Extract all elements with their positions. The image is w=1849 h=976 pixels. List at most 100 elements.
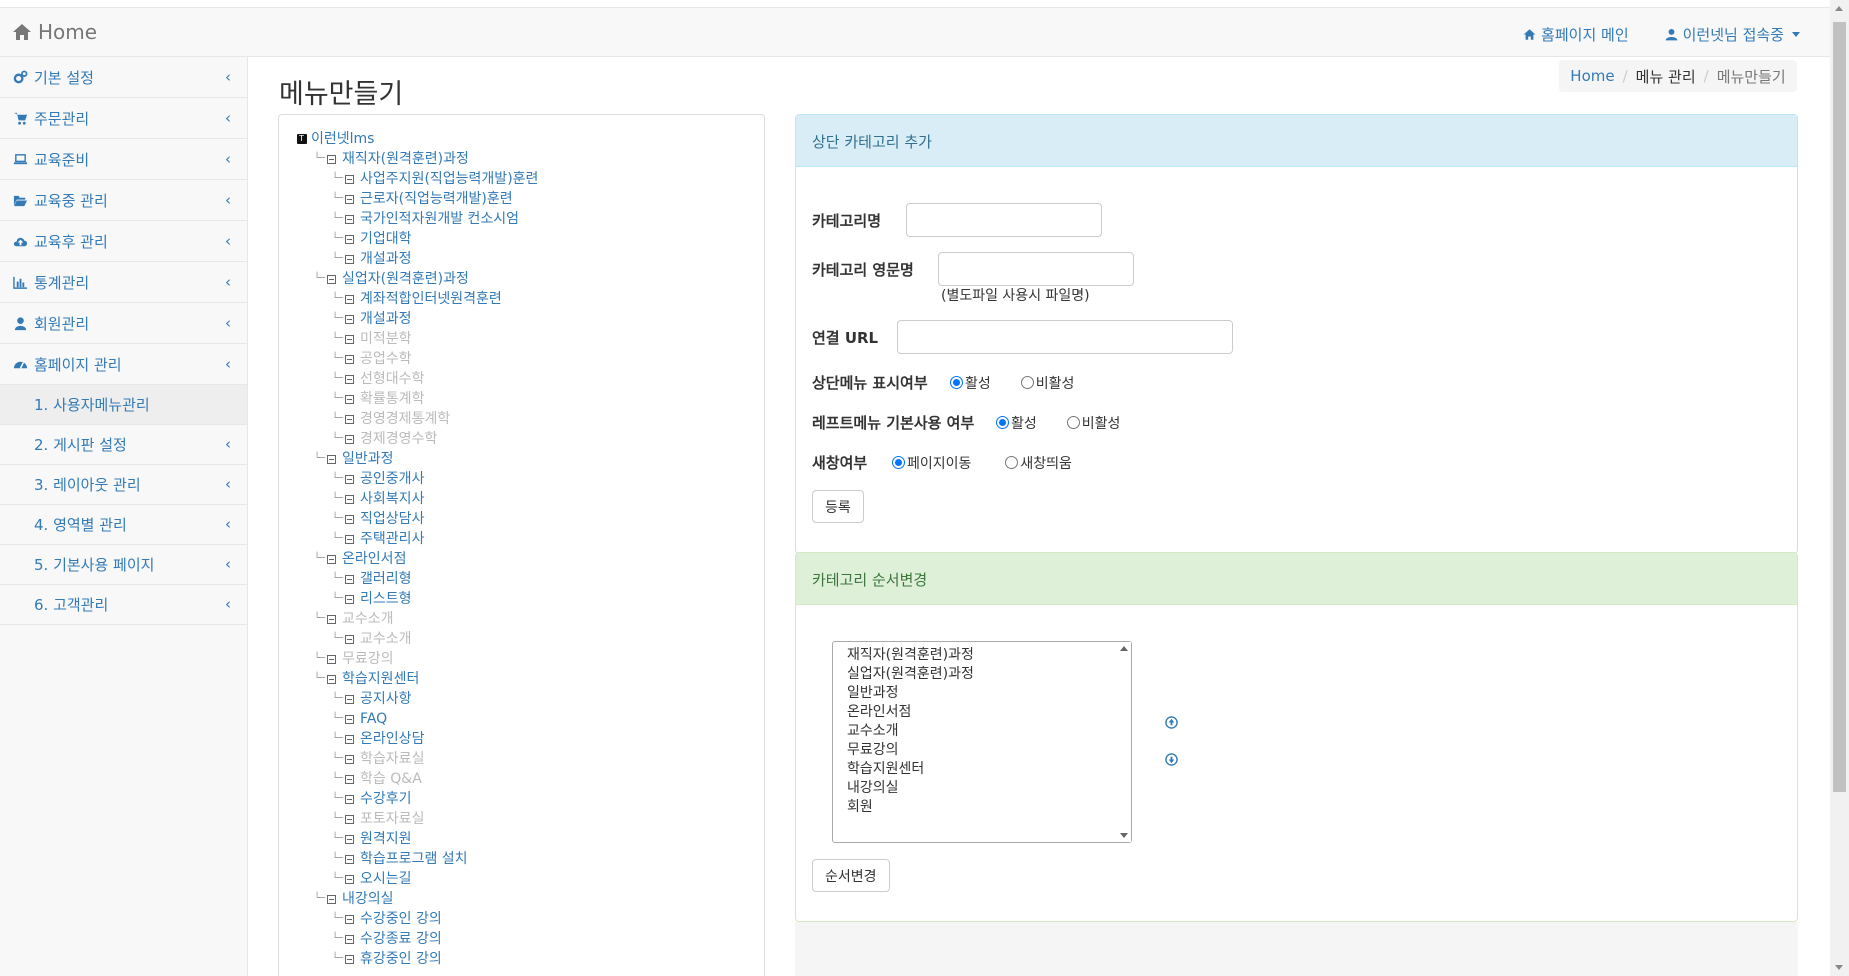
tree-node[interactable]: └─ 확률통계학 bbox=[297, 389, 538, 409]
tree-node[interactable]: └─ 교수소개 bbox=[297, 609, 538, 629]
tree-node[interactable]: └─ 국가인적자원개발 컨소시엄 bbox=[297, 209, 538, 229]
sidebar-item-edu-ongoing[interactable]: 교육중 관리 ‹ bbox=[0, 180, 247, 221]
tree-node-label[interactable]: 오시는길 bbox=[360, 869, 412, 889]
category-order-listbox[interactable]: 재직자(원격훈련)과정 실업자(원격훈련)과정 일반과정 온라인서점 교수소개 무료강의 학… bbox=[832, 641, 1132, 843]
tree-node-label[interactable]: 개설과정 bbox=[360, 309, 412, 329]
tree-node[interactable]: └─ 리스트형 bbox=[297, 589, 538, 609]
tree-node[interactable]: └─ 직업상담사 bbox=[297, 509, 538, 529]
tree-node[interactable]: └─ 수강후기 bbox=[297, 789, 538, 809]
tree-root[interactable]: 이런넷lms bbox=[297, 129, 538, 149]
tree-node-label[interactable]: 공지사항 bbox=[360, 689, 412, 709]
tree-node[interactable]: └─ 포토자료실 bbox=[297, 809, 538, 829]
tree-node[interactable]: └─ 원격지원 bbox=[297, 829, 538, 849]
sidebar-sub-user-menu[interactable]: 1. 사용자메뉴관리 bbox=[0, 385, 247, 425]
tree-node[interactable]: └─ FAQ bbox=[297, 709, 538, 729]
tree-node[interactable]: └─ 학습프로그램 설치 bbox=[297, 849, 538, 869]
move-down-icon[interactable] bbox=[1165, 753, 1178, 766]
tree-node-label[interactable]: 국가인적자원개발 컨소시엄 bbox=[360, 209, 519, 229]
tree-node[interactable]: └─ 사회복지사 bbox=[297, 489, 538, 509]
tree-node-label[interactable]: FAQ bbox=[360, 709, 387, 729]
listbox-option[interactable]: 온라인서점 bbox=[833, 703, 974, 722]
tree-node[interactable]: └─ 교수소개 bbox=[297, 629, 538, 649]
sidebar-sub-board-settings[interactable]: 2. 게시판 설정 ‹ bbox=[0, 425, 247, 465]
tree-node-label[interactable]: 사회복지사 bbox=[360, 489, 424, 509]
tree-node[interactable]: └─ 계좌적합인터넷원격훈련 bbox=[297, 289, 538, 309]
tree-node[interactable]: └─ 오시는길 bbox=[297, 869, 538, 889]
user-menu-dropdown[interactable]: 이런넷님 접속중 bbox=[1665, 24, 1800, 45]
sidebar-item-stats[interactable]: 통계관리 ‹ bbox=[0, 262, 247, 303]
listbox-scrollbar[interactable] bbox=[1118, 642, 1131, 842]
sidebar-sub-area[interactable]: 4. 영역별 관리 ‹ bbox=[0, 505, 247, 545]
tree-node[interactable]: └─ 재직자(원격훈련)과정 bbox=[297, 149, 538, 169]
tree-node[interactable]: └─ 개설과정 bbox=[297, 309, 538, 329]
scrollbar-thumb[interactable] bbox=[1833, 22, 1846, 792]
homepage-main-link[interactable]: 홈페이지 메인 bbox=[1523, 24, 1629, 45]
sidebar-item-edu-after[interactable]: 교육후 관리 ‹ bbox=[0, 221, 247, 262]
listbox-option[interactable]: 일반과정 bbox=[833, 684, 974, 703]
tree-node[interactable]: └─ 온라인서점 bbox=[297, 549, 538, 569]
top-menu-off-radio[interactable]: 비활성 bbox=[1020, 373, 1074, 393]
sidebar-sub-layout[interactable]: 3. 레이아웃 관리 ‹ bbox=[0, 465, 247, 505]
listbox-option[interactable]: 재직자(원격훈련)과정 bbox=[833, 646, 974, 665]
tree-node-label[interactable]: 수강중인 강의 bbox=[360, 909, 442, 929]
tree-node[interactable]: └─ 일반과정 bbox=[297, 449, 538, 469]
tree-node[interactable]: └─ 미적분학 bbox=[297, 329, 538, 349]
tree-node-label[interactable]: 근로자(직업능력개발)훈련 bbox=[360, 189, 513, 209]
tree-node-label[interactable]: 공인중개사 bbox=[360, 469, 424, 489]
sidebar-item-members[interactable]: 회원관리 ‹ bbox=[0, 303, 247, 344]
tree-node-label[interactable]: 개설과정 bbox=[360, 249, 412, 269]
tree-node[interactable]: └─ 수강중인 강의 bbox=[297, 909, 538, 929]
new-window-page-radio[interactable]: 페이지이동 bbox=[892, 453, 971, 473]
tree-node[interactable]: └─ 공지사항 bbox=[297, 689, 538, 709]
listbox-option[interactable]: 내강의실 bbox=[833, 779, 974, 798]
tree-node[interactable]: └─ 주택관리사 bbox=[297, 529, 538, 549]
tree-node-label[interactable]: 계좌적합인터넷원격훈련 bbox=[360, 289, 502, 309]
url-input[interactable] bbox=[897, 320, 1233, 354]
sidebar-item-edu-prep[interactable]: 교육준비 ‹ bbox=[0, 139, 247, 180]
move-up-icon[interactable] bbox=[1165, 716, 1178, 729]
tree-node-label[interactable]: 무료강의 bbox=[342, 649, 394, 669]
top-menu-on-radio[interactable]: 활성 bbox=[950, 373, 991, 393]
tree-node-label[interactable]: 사업주지원(직업능력개발)훈련 bbox=[360, 169, 538, 189]
tree-node-label[interactable]: 수강후기 bbox=[360, 789, 412, 809]
tree-node[interactable]: └─ 갤러리형 bbox=[297, 569, 538, 589]
tree-node[interactable]: └─ 공인중개사 bbox=[297, 469, 538, 489]
tree-node-label[interactable]: 온라인상담 bbox=[360, 729, 424, 749]
tree-node-label[interactable]: 학습 Q&A bbox=[360, 769, 422, 789]
listbox-option[interactable]: 교수소개 bbox=[833, 722, 974, 741]
tree-node-label[interactable]: 주택관리사 bbox=[360, 529, 424, 549]
home-brand-link[interactable]: Home bbox=[12, 20, 97, 44]
tree-node-label[interactable]: 원격지원 bbox=[360, 829, 412, 849]
tree-node[interactable]: └─ 선형대수학 bbox=[297, 369, 538, 389]
tree-node[interactable]: └─ 경영경제통계학 bbox=[297, 409, 538, 429]
tree-node-label[interactable]: 재직자(원격훈련)과정 bbox=[342, 149, 469, 169]
tree-node-label[interactable]: 리스트형 bbox=[360, 589, 412, 609]
tree-node-label[interactable]: 휴강중인 강의 bbox=[360, 949, 442, 969]
tree-root-label[interactable]: 이런넷lms bbox=[311, 129, 374, 149]
tree-node-label[interactable]: 학습프로그램 설치 bbox=[360, 849, 468, 869]
sidebar-item-basic-settings[interactable]: 기본 설정 ‹ bbox=[0, 57, 247, 98]
tree-node-label[interactable]: 기업대학 bbox=[360, 229, 412, 249]
tree-node-label[interactable]: 온라인서점 bbox=[342, 549, 406, 569]
listbox-option[interactable]: 학습지원센터 bbox=[833, 760, 974, 779]
tree-node[interactable]: └─ 학습지원센터 bbox=[297, 669, 538, 689]
sidebar-sub-default-pages[interactable]: 5. 기본사용 페이지 ‹ bbox=[0, 545, 247, 585]
tree-node-label[interactable]: 포토자료실 bbox=[360, 809, 424, 829]
tree-node[interactable]: └─ 실업자(원격훈련)과정 bbox=[297, 269, 538, 289]
left-menu-off-radio[interactable]: 비활성 bbox=[1066, 413, 1120, 433]
tree-node[interactable]: └─ 학습 Q&A bbox=[297, 769, 538, 789]
tree-node[interactable]: └─ 수강종료 강의 bbox=[297, 929, 538, 949]
left-menu-on-radio[interactable]: 활성 bbox=[996, 413, 1037, 433]
breadcrumb-home-link[interactable]: Home bbox=[1570, 67, 1614, 85]
tree-node-label[interactable]: 선형대수학 bbox=[360, 369, 424, 389]
tree-node-label[interactable]: 직업상담사 bbox=[360, 509, 424, 529]
tree-node-label[interactable]: 확률통계학 bbox=[360, 389, 424, 409]
tree-node[interactable]: └─ 무료강의 bbox=[297, 649, 538, 669]
register-button[interactable]: 등록 bbox=[812, 490, 864, 523]
change-order-button[interactable]: 순서변경 bbox=[812, 859, 890, 892]
listbox-option[interactable]: 실업자(원격훈련)과정 bbox=[833, 665, 974, 684]
tree-node-label[interactable]: 학습지원센터 bbox=[342, 669, 419, 689]
tree-node-label[interactable]: 일반과정 bbox=[342, 449, 394, 469]
sidebar-item-homepage[interactable]: 홈페이지 관리 ‹ bbox=[0, 344, 247, 385]
tree-node-label[interactable]: 경영경제통계학 bbox=[360, 409, 450, 429]
